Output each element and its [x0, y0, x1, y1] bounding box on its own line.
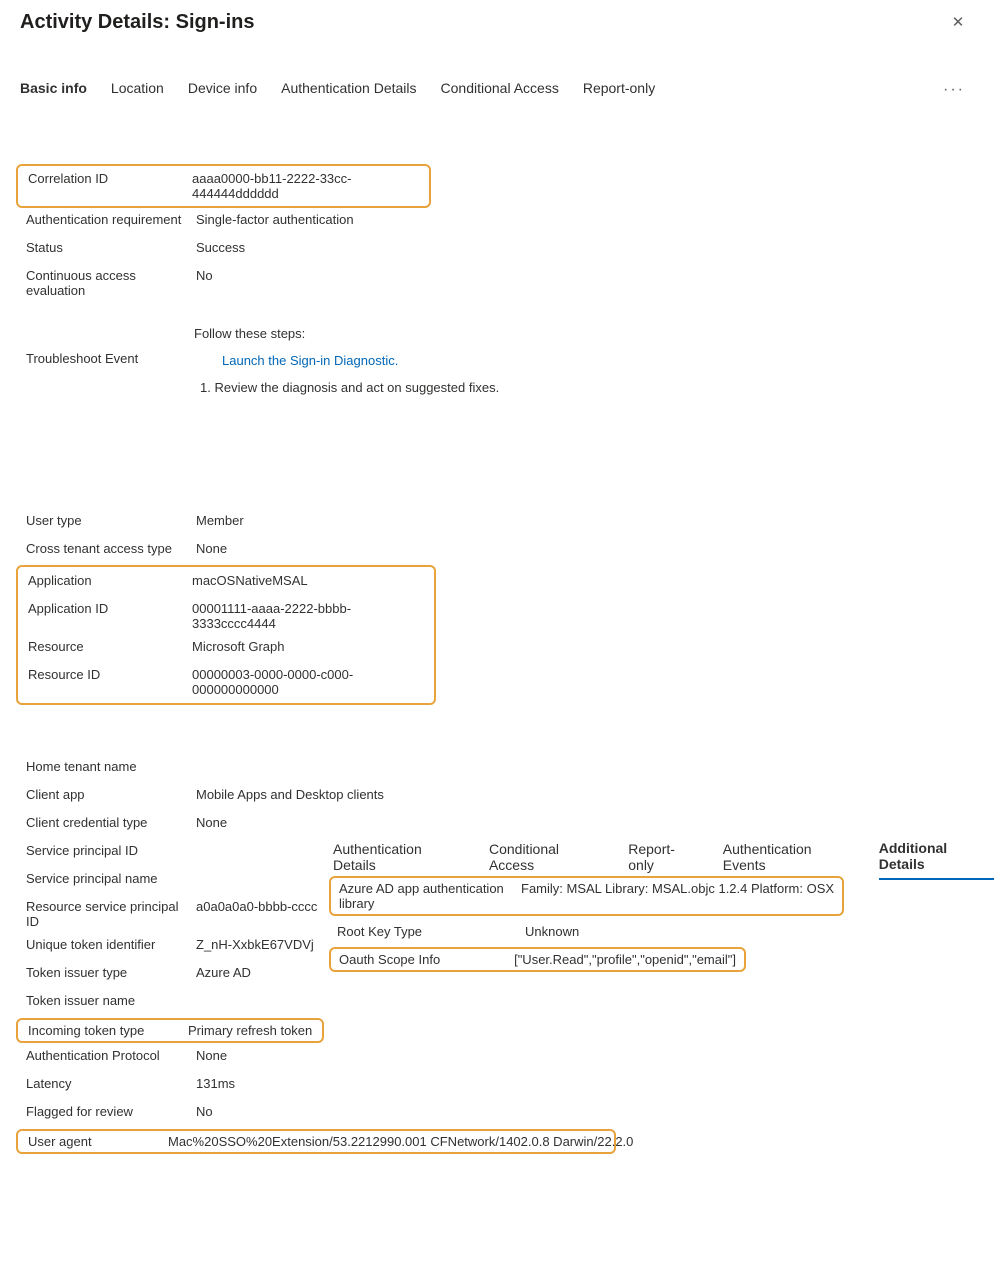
more-button[interactable]: ···	[940, 76, 968, 104]
label-latency: Latency	[20, 1073, 190, 1094]
row-cross-tenant: Cross tenant access type None	[20, 537, 974, 565]
tab-conditional-access[interactable]: Conditional Access	[441, 80, 559, 100]
row-user-agent: User agent Mac%20SSO%20Extension/53.2212…	[16, 1129, 616, 1154]
label-application-id: Application ID	[22, 598, 186, 619]
subtab-auth-details[interactable]: Authentication Details	[333, 841, 465, 879]
value-root-key: Unknown	[521, 921, 583, 942]
label-client-app: Client app	[20, 784, 190, 805]
row-correlation-id: Correlation ID aaaa0000-bb11-2222-33cc-4…	[16, 164, 431, 208]
value-auth-library: Family: MSAL Library: MSAL.objc 1.2.4 Pl…	[517, 878, 838, 914]
subtab-conditional-access[interactable]: Conditional Access	[489, 841, 604, 879]
subtab-additional-details[interactable]: Additional Details	[879, 840, 994, 880]
row-incoming-token: Incoming token type Primary refresh toke…	[16, 1018, 324, 1043]
row-auth-proto: Authentication Protocol None	[20, 1044, 974, 1072]
label-correlation-id: Correlation ID	[22, 168, 186, 189]
launch-diagnostic-link[interactable]: Launch the Sign-in Diagnostic.	[222, 353, 968, 368]
value-resource-id: 00000003-0000-0000-c000-000000000000	[186, 664, 430, 700]
value-token-issuer-name	[190, 990, 974, 996]
label-auth-requirement: Authentication requirement	[20, 209, 190, 230]
row-status: Status Success	[20, 236, 974, 264]
row-oauth-scope: Oauth Scope Info ["User.Read","profile",…	[329, 947, 746, 972]
subtab-auth-events[interactable]: Authentication Events	[723, 841, 855, 879]
row-client-app: Client app Mobile Apps and Desktop clien…	[20, 783, 974, 811]
secondary-details: Azure AD app authentication library Fami…	[333, 876, 844, 973]
value-client-cred: None	[190, 812, 974, 833]
value-auth-requirement: Single-factor authentication	[190, 209, 974, 230]
label-token-issuer-type: Token issuer type	[20, 962, 190, 983]
label-home-tenant: Home tenant name	[20, 756, 190, 777]
page-title: Activity Details: Sign-ins	[20, 11, 255, 34]
row-user-type: User type Member	[20, 509, 974, 537]
row-root-key: Root Key Type Unknown	[333, 916, 844, 946]
section-application: User type Member Cross tenant access typ…	[20, 509, 974, 705]
value-troubleshoot: Follow these steps: Launch the Sign-in D…	[190, 323, 974, 398]
row-application: Application macOSNativeMSAL	[22, 569, 430, 597]
close-icon: ✕	[952, 13, 965, 31]
label-auth-library: Azure AD app authentication library	[335, 878, 517, 914]
value-correlation-id: aaaa0000-bb11-2222-33cc-444444dddddd	[186, 168, 425, 204]
tab-report-only[interactable]: Report-only	[583, 80, 655, 100]
row-auth-library: Azure AD app authentication library Fami…	[329, 876, 844, 916]
tab-device-info[interactable]: Device info	[188, 80, 257, 100]
value-user-type: Member	[190, 510, 974, 531]
troubleshoot-heading: Follow these steps:	[194, 326, 968, 341]
secondary-tab-strip: Authentication Details Conditional Acces…	[333, 840, 994, 880]
row-home-tenant: Home tenant name	[20, 755, 974, 783]
label-cae: Continuous access evaluation	[20, 265, 190, 301]
value-home-tenant	[190, 756, 974, 762]
tab-strip: Basic info Location Device info Authenti…	[20, 76, 974, 104]
label-troubleshoot: Troubleshoot Event	[20, 323, 190, 369]
value-cae: No	[190, 265, 974, 286]
tab-basic-info[interactable]: Basic info	[20, 80, 87, 100]
close-button[interactable]: ✕	[942, 6, 974, 38]
label-sp-id: Service principal ID	[20, 840, 190, 861]
row-resource: Resource Microsoft Graph	[22, 635, 430, 663]
label-flagged: Flagged for review	[20, 1101, 190, 1122]
section-correlation: Correlation ID aaaa0000-bb11-2222-33cc-4…	[20, 164, 974, 399]
value-auth-proto: None	[190, 1045, 974, 1066]
label-incoming-token: Incoming token type	[22, 1020, 182, 1041]
label-auth-proto: Authentication Protocol	[20, 1045, 190, 1066]
label-resource-id: Resource ID	[22, 664, 186, 685]
value-application: macOSNativeMSAL	[186, 570, 430, 591]
value-client-app: Mobile Apps and Desktop clients	[190, 784, 974, 805]
tab-location[interactable]: Location	[111, 80, 164, 100]
label-oauth-scope: Oauth Scope Info	[335, 949, 510, 970]
row-latency: Latency 131ms	[20, 1072, 974, 1100]
highlight-application-block: Application macOSNativeMSAL Application …	[16, 565, 436, 705]
row-token-issuer-name: Token issuer name	[20, 989, 974, 1017]
value-user-agent: Mac%20SSO%20Extension/53.2212990.001 CFN…	[162, 1131, 639, 1152]
label-user-agent: User agent	[22, 1131, 162, 1152]
value-status: Success	[190, 237, 974, 258]
label-uti: Unique token identifier	[20, 934, 190, 955]
row-resource-id: Resource ID 00000003-0000-0000-c000-0000…	[22, 663, 430, 701]
value-cross-tenant: None	[190, 538, 974, 559]
label-root-key: Root Key Type	[333, 921, 521, 942]
value-resource: Microsoft Graph	[186, 636, 430, 657]
value-oauth-scope: ["User.Read","profile","openid","email"]	[510, 949, 740, 970]
row-auth-requirement: Authentication requirement Single-factor…	[20, 208, 974, 236]
ellipsis-icon: ···	[943, 81, 965, 99]
label-client-cred: Client credential type	[20, 812, 190, 833]
subtab-report-only[interactable]: Report-only	[628, 841, 699, 879]
row-client-cred: Client credential type None	[20, 811, 974, 839]
value-application-id: 00001111-aaaa-2222-bbbb-3333cccc4444	[186, 598, 430, 634]
troubleshoot-step: 1. Review the diagnosis and act on sugge…	[200, 380, 968, 395]
label-rsp-id: Resource service principal ID	[20, 896, 190, 932]
label-token-issuer-name: Token issuer name	[20, 990, 190, 1011]
row-application-id: Application ID 00001111-aaaa-2222-bbbb-3…	[22, 597, 430, 635]
row-troubleshoot: Troubleshoot Event Follow these steps: L…	[20, 322, 974, 399]
label-cross-tenant: Cross tenant access type	[20, 538, 190, 559]
label-sp-name: Service principal name	[20, 868, 190, 889]
value-flagged: No	[190, 1101, 974, 1122]
label-user-type: User type	[20, 510, 190, 531]
row-flagged: Flagged for review No	[20, 1100, 974, 1128]
value-latency: 131ms	[190, 1073, 974, 1094]
label-application: Application	[22, 570, 186, 591]
label-resource: Resource	[22, 636, 186, 657]
row-cae: Continuous access evaluation No	[20, 264, 974, 302]
value-incoming-token: Primary refresh token	[182, 1020, 318, 1041]
label-status: Status	[20, 237, 190, 258]
tab-authentication-details[interactable]: Authentication Details	[281, 80, 416, 100]
